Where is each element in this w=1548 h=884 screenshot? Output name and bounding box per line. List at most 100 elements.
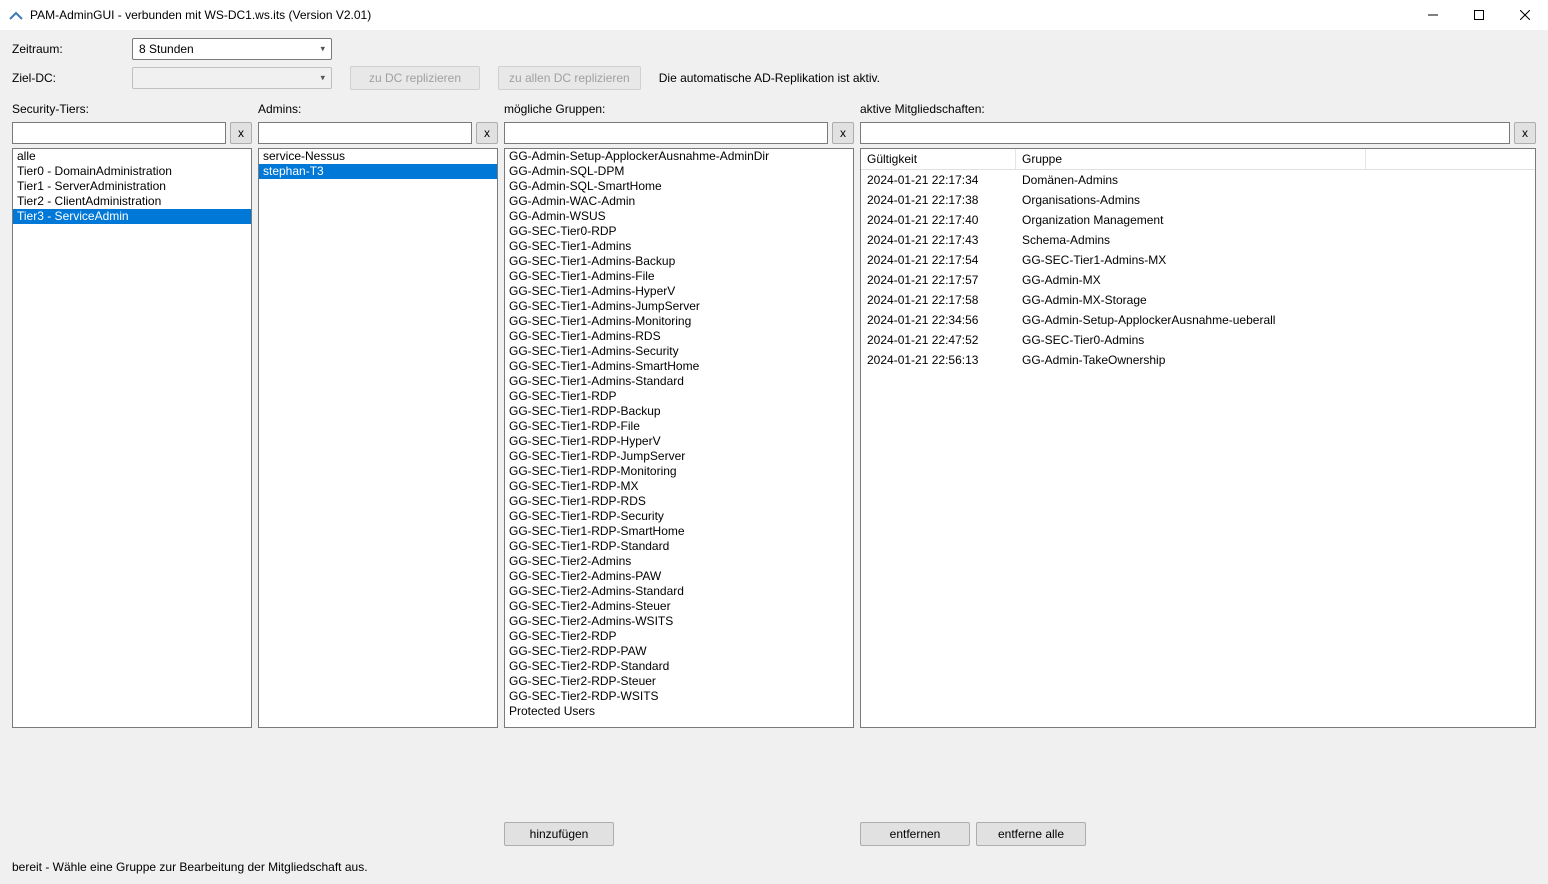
list-item[interactable]: GG-SEC-Tier2-Admins-Standard (505, 584, 853, 599)
table-row[interactable]: 2024-01-21 22:34:56GG-Admin-Setup-Apploc… (861, 310, 1535, 330)
content-area: Zeitraum: 8 Stunden ▾ Ziel-DC: ▾ zu DC r… (0, 30, 1548, 884)
minimize-button[interactable] (1410, 0, 1456, 30)
list-item[interactable]: alle (13, 149, 251, 164)
list-item[interactable]: GG-SEC-Tier1-RDP-Backup (505, 404, 853, 419)
table-row[interactable]: 2024-01-21 22:17:58GG-Admin-MX-Storage (861, 290, 1535, 310)
chevron-down-icon: ▾ (320, 44, 325, 55)
list-item[interactable]: GG-SEC-Tier2-Admins-WSITS (505, 614, 853, 629)
list-item[interactable]: GG-SEC-Tier1-RDP-File (505, 419, 853, 434)
groups-search-input[interactable] (504, 122, 828, 144)
list-item[interactable]: GG-SEC-Tier2-RDP-PAW (505, 644, 853, 659)
groups-clear-button[interactable]: x (832, 122, 854, 144)
admins-label: Admins: (258, 102, 498, 116)
table-row[interactable]: 2024-01-21 22:17:38Organisations-Admins (861, 190, 1535, 210)
active-th-group[interactable]: Gruppe (1016, 149, 1366, 169)
list-item[interactable]: GG-SEC-Tier1-Admins-HyperV (505, 284, 853, 299)
list-item[interactable]: GG-SEC-Tier1-Admins-Monitoring (505, 314, 853, 329)
active-table[interactable]: Gültigkeit Gruppe 2024-01-21 22:17:34Dom… (860, 148, 1536, 728)
list-item[interactable]: GG-SEC-Tier1-Admins-File (505, 269, 853, 284)
list-item[interactable]: Tier2 - ClientAdministration (13, 194, 251, 209)
list-item[interactable]: GG-SEC-Tier1-RDP-RDS (505, 494, 853, 509)
cell-group: GG-SEC-Tier0-Admins (1016, 330, 1366, 350)
table-row[interactable]: 2024-01-21 22:17:57GG-Admin-MX (861, 270, 1535, 290)
replicate-all-button[interactable]: zu allen DC replizieren (498, 66, 641, 90)
list-item[interactable]: GG-SEC-Tier2-RDP-Standard (505, 659, 853, 674)
active-label: aktive Mitgliedschaften: (860, 102, 1536, 116)
zeitraum-combo[interactable]: 8 Stunden ▾ (132, 38, 332, 60)
cell-validity: 2024-01-21 22:47:52 (861, 330, 1016, 350)
replication-status: Die automatische AD-Replikation ist akti… (659, 71, 880, 85)
groups-label: mögliche Gruppen: (504, 102, 854, 116)
list-item[interactable]: GG-SEC-Tier1-Admins-JumpServer (505, 299, 853, 314)
list-item[interactable]: GG-SEC-Tier2-RDP-WSITS (505, 689, 853, 704)
list-item[interactable]: GG-SEC-Tier2-Admins-PAW (505, 569, 853, 584)
list-item[interactable]: GG-SEC-Tier1-Admins-SmartHome (505, 359, 853, 374)
groups-listbox[interactable]: GG-Admin-Setup-ApplockerAusnahme-AdminDi… (504, 148, 854, 728)
list-item[interactable]: GG-Admin-Setup-ApplockerAusnahme-AdminDi… (505, 149, 853, 164)
close-button[interactable] (1502, 0, 1548, 30)
list-item[interactable]: GG-SEC-Tier2-RDP-Steuer (505, 674, 853, 689)
replicate-one-button[interactable]: zu DC replizieren (350, 66, 480, 90)
list-item[interactable]: GG-SEC-Tier1-Admins (505, 239, 853, 254)
list-item[interactable]: GG-SEC-Tier0-RDP (505, 224, 853, 239)
zeitraum-label: Zeitraum: (12, 42, 132, 56)
list-item[interactable]: GG-SEC-Tier1-RDP-HyperV (505, 434, 853, 449)
list-item[interactable]: GG-SEC-Tier1-RDP-MX (505, 479, 853, 494)
table-row[interactable]: 2024-01-21 22:17:40Organization Manageme… (861, 210, 1535, 230)
add-button[interactable]: hinzufügen (504, 822, 614, 846)
table-row[interactable]: 2024-01-21 22:47:52GG-SEC-Tier0-Admins (861, 330, 1535, 350)
chevron-down-icon: ▾ (320, 73, 325, 84)
list-item[interactable]: GG-SEC-Tier1-Admins-RDS (505, 329, 853, 344)
active-clear-button[interactable]: x (1514, 122, 1536, 144)
table-row[interactable]: 2024-01-21 22:17:54GG-SEC-Tier1-Admins-M… (861, 250, 1535, 270)
list-item[interactable]: GG-SEC-Tier1-Admins-Standard (505, 374, 853, 389)
cell-validity: 2024-01-21 22:34:56 (861, 310, 1016, 330)
tiers-clear-button[interactable]: x (230, 122, 252, 144)
list-item[interactable]: Protected Users (505, 704, 853, 719)
list-item[interactable]: stephan-T3 (259, 164, 497, 179)
list-item[interactable]: Tier1 - ServerAdministration (13, 179, 251, 194)
list-item[interactable]: GG-Admin-SQL-DPM (505, 164, 853, 179)
zeitraum-value: 8 Stunden (139, 42, 194, 56)
cell-group: Schema-Admins (1016, 230, 1366, 250)
cell-validity: 2024-01-21 22:17:34 (861, 170, 1016, 190)
list-item[interactable]: GG-SEC-Tier1-Admins-Backup (505, 254, 853, 269)
list-item[interactable]: GG-SEC-Tier1-RDP-Standard (505, 539, 853, 554)
table-row[interactable]: 2024-01-21 22:17:43Schema-Admins (861, 230, 1535, 250)
maximize-button[interactable] (1456, 0, 1502, 30)
list-item[interactable]: GG-SEC-Tier1-Admins-Security (505, 344, 853, 359)
admins-clear-button[interactable]: x (476, 122, 498, 144)
statusbar: bereit - Wähle eine Gruppe zur Bearbeitu… (12, 854, 1536, 880)
titlebar: PAM-AdminGUI - verbunden mit WS-DC1.ws.i… (0, 0, 1548, 30)
list-item[interactable]: GG-Admin-SQL-SmartHome (505, 179, 853, 194)
tiers-search-input[interactable] (12, 122, 226, 144)
list-item[interactable]: GG-Admin-WAC-Admin (505, 194, 853, 209)
list-item[interactable]: GG-SEC-Tier1-RDP-Monitoring (505, 464, 853, 479)
admins-listbox[interactable]: service-Nessusstephan-T3 (258, 148, 498, 728)
remove-all-button[interactable]: entferne alle (976, 822, 1086, 846)
list-item[interactable]: GG-SEC-Tier2-Admins-Steuer (505, 599, 853, 614)
list-item[interactable]: GG-SEC-Tier2-RDP (505, 629, 853, 644)
cell-validity: 2024-01-21 22:17:57 (861, 270, 1016, 290)
table-row[interactable]: 2024-01-21 22:56:13GG-Admin-TakeOwnershi… (861, 350, 1535, 370)
table-row[interactable]: 2024-01-21 22:17:34Domänen-Admins (861, 170, 1535, 190)
cell-validity: 2024-01-21 22:17:58 (861, 290, 1016, 310)
list-item[interactable]: Tier3 - ServiceAdmin (13, 209, 251, 224)
list-item[interactable]: Tier0 - DomainAdministration (13, 164, 251, 179)
list-item[interactable]: GG-Admin-WSUS (505, 209, 853, 224)
remove-button[interactable]: entfernen (860, 822, 970, 846)
list-item[interactable]: GG-SEC-Tier1-RDP-Security (505, 509, 853, 524)
list-item[interactable]: GG-SEC-Tier1-RDP-SmartHome (505, 524, 853, 539)
active-th-validity[interactable]: Gültigkeit (861, 149, 1016, 169)
tiers-listbox[interactable]: alleTier0 - DomainAdministrationTier1 - … (12, 148, 252, 728)
list-item[interactable]: GG-SEC-Tier2-Admins (505, 554, 853, 569)
zieldc-combo[interactable]: ▾ (132, 67, 332, 89)
active-search-input[interactable] (860, 122, 1510, 144)
zieldc-label: Ziel-DC: (12, 71, 132, 85)
list-item[interactable]: GG-SEC-Tier1-RDP-JumpServer (505, 449, 853, 464)
cell-group: GG-Admin-MX-Storage (1016, 290, 1366, 310)
list-item[interactable]: service-Nessus (259, 149, 497, 164)
admins-search-input[interactable] (258, 122, 472, 144)
cell-group: GG-SEC-Tier1-Admins-MX (1016, 250, 1366, 270)
list-item[interactable]: GG-SEC-Tier1-RDP (505, 389, 853, 404)
